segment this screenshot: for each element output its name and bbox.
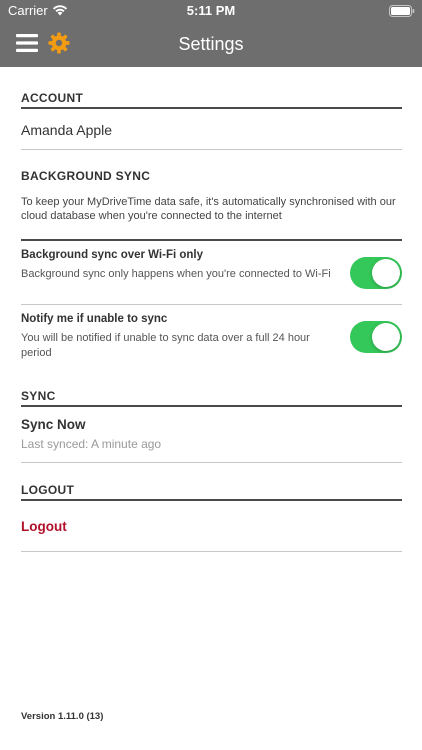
logout-button[interactable]: Logout	[21, 519, 67, 534]
notify-unable-sync-title: Notify me if unable to sync	[21, 313, 168, 325]
wifi-only-description: Background sync only happens when you're…	[21, 268, 331, 280]
page-title: Settings	[178, 34, 244, 54]
account-divider	[21, 149, 402, 150]
status-time: 5:11 PM	[186, 3, 236, 18]
account-header-divider	[21, 107, 402, 109]
top-bar: Carrier 5:11 PM Settings	[0, 0, 422, 67]
logout-divider	[21, 551, 402, 552]
app-version: Version 1.11.0 (13)	[21, 711, 104, 722]
wifi-only-setting-row: Background sync over Wi-Fi only Backgrou…	[21, 241, 402, 304]
background-sync-section-header: BACKGROUND SYNC	[21, 169, 151, 183]
logout-header-divider	[21, 499, 402, 501]
toggle-knob	[372, 323, 400, 351]
account-name: Amanda Apple	[21, 122, 113, 138]
wifi-only-title: Background sync over Wi-Fi only	[21, 249, 204, 261]
wifi-only-toggle[interactable]	[350, 257, 402, 289]
sync-section-header: SYNC	[21, 389, 56, 403]
sync-now-button[interactable]: Sync Now	[21, 417, 86, 432]
navigation-bar: Settings	[0, 22, 422, 67]
toggle-knob	[372, 259, 400, 287]
sync-divider	[21, 462, 402, 463]
battery-icon	[389, 5, 415, 17]
notify-unable-sync-toggle[interactable]	[350, 321, 402, 353]
notify-unable-sync-row: Notify me if unable to sync You will be …	[21, 305, 402, 369]
status-bar: Carrier 5:11 PM	[0, 0, 422, 22]
sync-now-row[interactable]: Sync Now Last synced: A minute ago	[21, 407, 402, 462]
last-synced-label: Last synced: A minute ago	[21, 437, 162, 451]
account-section-header: ACCOUNT	[21, 91, 84, 105]
logout-section-header: LOGOUT	[21, 483, 75, 497]
background-sync-description: To keep your MyDriveTime data safe, it's…	[21, 196, 396, 222]
notify-unable-sync-description: You will be notified if unable to sync d…	[21, 332, 310, 359]
